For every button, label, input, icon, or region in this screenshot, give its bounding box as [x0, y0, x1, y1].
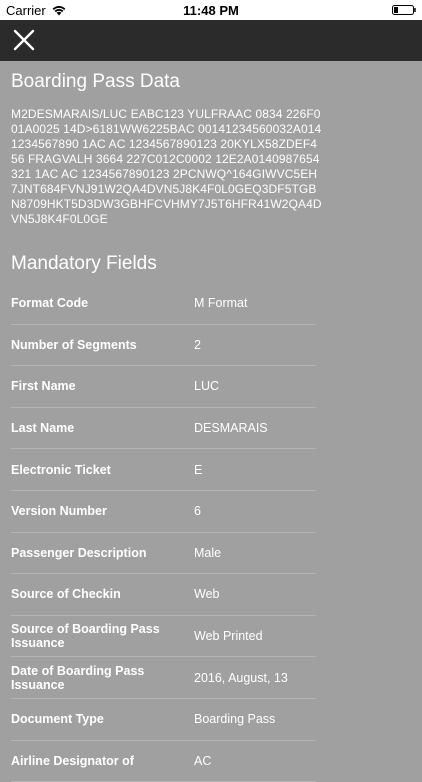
field-value: Male [194, 545, 222, 560]
field-row: Electronic Ticket E [11, 449, 316, 491]
mandatory-fields-title: Mandatory Fields [11, 253, 157, 274]
field-label: Source of Checkin [11, 587, 121, 602]
field-label: Format Code [11, 296, 89, 311]
field-value: 2016, August, 13 [194, 670, 288, 685]
field-value: 6 [194, 504, 201, 519]
field-value: DESMARAIS [194, 421, 268, 436]
field-value: M Format [194, 296, 248, 311]
field-row: Airline Designator of AC [11, 741, 316, 782]
field-value: LUC [194, 379, 220, 394]
field-value: 2 [194, 337, 201, 352]
field-label: Number of Segments [11, 337, 137, 352]
field-label: Last Name [11, 421, 75, 436]
field-label: Airline Designator of [11, 753, 134, 768]
field-label: Source of Boarding Pass Issuance [11, 622, 160, 651]
field-row: Number of Segments 2 [11, 325, 316, 367]
field-label: First Name [11, 379, 76, 394]
field-label: Date of Boarding Pass Issuance [11, 663, 145, 692]
field-value: Web Printed [194, 629, 263, 644]
field-label: Passenger Description [11, 545, 147, 560]
status-time: 11:48 PM [183, 3, 239, 18]
field-row: First Name LUC [11, 366, 316, 408]
field-value: AC [194, 753, 212, 768]
mandatory-fields-list: Format Code M Format Number of Segments 2 … [0, 283, 422, 782]
content: Boarding Pass Data M2DESMARAIS/LUC EABC1… [0, 61, 422, 782]
field-row: Format Code M Format [11, 283, 316, 325]
field-row: Source of Checkin Web [11, 574, 316, 616]
field-row: Date of Boarding Pass Issuance 2016, Augu… [11, 657, 316, 699]
field-row: Last Name DESMARAIS [11, 408, 316, 450]
close-icon[interactable] [12, 28, 36, 52]
field-label: Document Type [11, 712, 104, 727]
nav-bar [0, 20, 422, 61]
field-label: Version Number [11, 504, 107, 519]
field-row: Source of Boarding Pass Issuance Web Prin… [11, 616, 316, 658]
field-value: Web [194, 587, 220, 602]
field-value: Boarding Pass [194, 712, 276, 727]
field-label: Electronic Ticket [11, 462, 111, 477]
battery-icon [392, 5, 416, 15]
field-row: Version Number 6 [11, 491, 316, 533]
status-bar: Carrier 11:48 PM [0, 0, 422, 20]
boarding-pass-title: Boarding Pass Data [11, 71, 180, 92]
boarding-pass-raw-data: M2DESMARAIS/LUC EABC123 YULFRAAC 0834 22… [11, 107, 322, 226]
field-row: Document Type Boarding Pass [11, 699, 316, 741]
field-row: Passenger Description Male [11, 533, 316, 575]
field-value: E [194, 462, 203, 477]
